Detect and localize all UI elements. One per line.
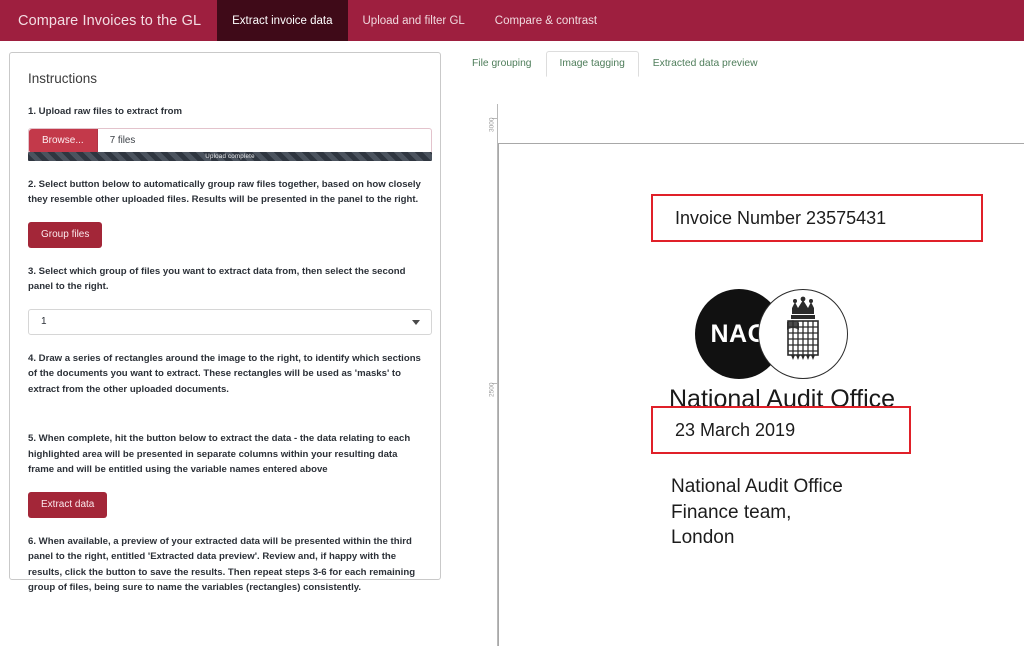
chevron-down-icon <box>412 319 420 325</box>
image-tagging-canvas[interactable]: 3000 2500 Invoice Number 23575431 NAO Na… <box>450 78 1024 646</box>
top-navbar: Compare Invoices to the GL Extract invoi… <box>0 0 1024 41</box>
application-window: Compare Invoices to the GL Extract invoi… <box>0 0 1024 646</box>
nav-tab-upload-and-filter-gl[interactable]: Upload and filter GL <box>348 0 480 41</box>
tab-image-tagging[interactable]: Image tagging <box>545 51 639 77</box>
instruction-step-3: 3. Select which group of files you want … <box>28 265 406 293</box>
group-files-button[interactable]: Group files <box>28 221 103 248</box>
instruction-step-4: 4. Draw a series of rectangles around th… <box>28 352 421 395</box>
y-axis-tick-label-3000: 3000 <box>488 117 496 132</box>
navbar-tab-list: Extract invoice data Upload and filter G… <box>217 0 612 41</box>
document-image: Invoice Number 23575431 NAO National Aud… <box>499 144 1024 646</box>
selected-files-label: 7 files <box>109 135 136 147</box>
nav-tab-extract-invoice-data[interactable]: Extract invoice data <box>217 0 348 41</box>
nao-logo-marks: NAO <box>695 289 875 379</box>
document-image-frame[interactable]: Invoice Number 23575431 NAO National Aud… <box>498 143 1024 646</box>
invoice-address-cutoff-line <box>671 574 676 582</box>
mask-rectangle-invoice-number[interactable]: Invoice Number 23575431 <box>651 194 983 242</box>
nav-tab-compare-and-contrast[interactable]: Compare & contrast <box>480 0 612 41</box>
instruction-step-2: 2. Select button below to automatically … <box>28 178 421 206</box>
instructions-panel: Instructions 1. Upload raw files to extr… <box>9 52 441 593</box>
browse-button[interactable]: Browse... <box>29 128 98 153</box>
upload-progress-label: Upload complete <box>205 152 255 160</box>
file-upload-control[interactable]: Browse... 7 files <box>28 127 432 154</box>
invoice-date-text: 23 March 2019 <box>675 419 796 440</box>
invoice-address-block: National Audit Office Finance team, Lond… <box>671 476 843 549</box>
upload-progress-bar: Upload complete <box>28 151 432 161</box>
instruction-step-6: 6. When available, a preview of your ext… <box>28 535 416 594</box>
group-select[interactable]: 1 <box>28 308 432 335</box>
extract-data-button[interactable]: Extract data <box>28 491 108 518</box>
y-axis-tick-label-2500: 2500 <box>488 382 496 397</box>
nao-logo: NAO National Audit Office <box>669 289 939 424</box>
instruction-step-1: 1. Upload raw files to extract from <box>28 106 183 117</box>
royal-crest-icon <box>758 289 848 379</box>
mask-rectangle-invoice-date[interactable]: 23 March 2019 <box>651 406 911 454</box>
panel-title-instructions: Instructions <box>28 71 98 86</box>
app-brand-title: Compare Invoices to the GL <box>0 0 218 41</box>
instruction-step-5: 5. When complete, hit the button below t… <box>28 433 411 476</box>
group-select-value: 1 <box>41 316 47 328</box>
tab-extracted-data-preview[interactable]: Extracted data preview <box>639 51 772 77</box>
results-tab-list: File grouping Image tagging Extracted da… <box>458 48 1024 77</box>
right-results-pane: File grouping Image tagging Extracted da… <box>450 48 1024 646</box>
invoice-number-text: Invoice Number 23575431 <box>675 207 887 228</box>
tab-file-grouping[interactable]: File grouping <box>458 51 546 77</box>
